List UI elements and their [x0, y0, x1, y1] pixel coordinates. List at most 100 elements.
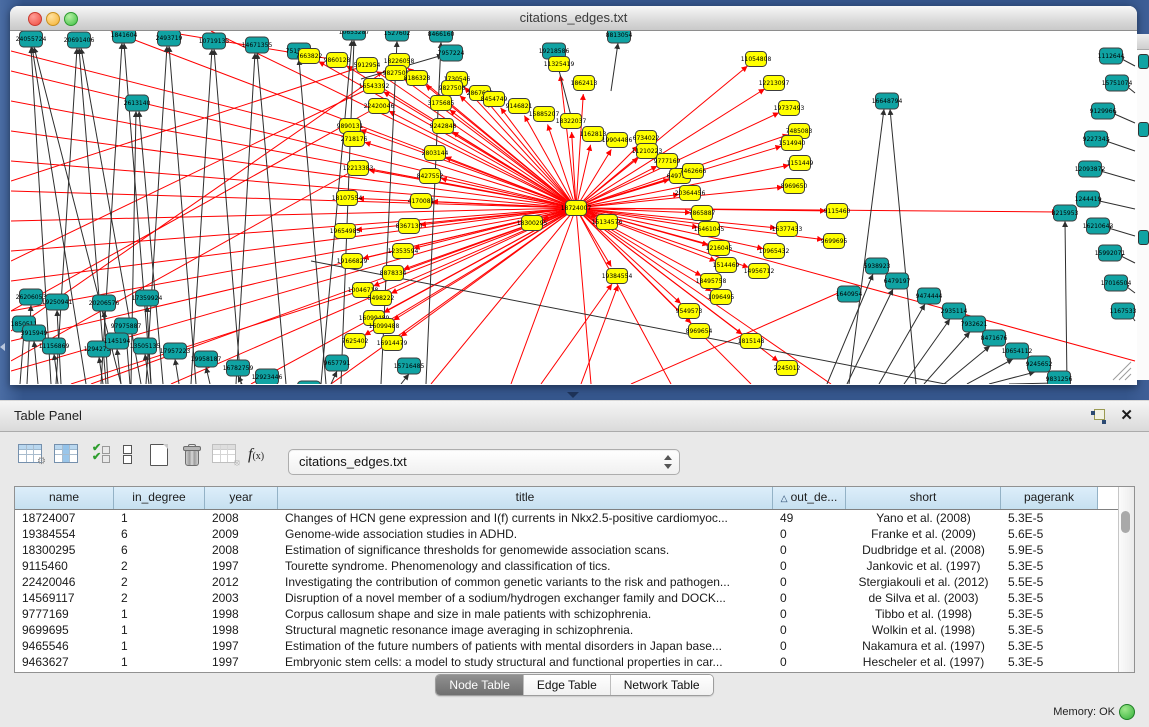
graph-node-label: 5938923	[864, 263, 891, 270]
table-cell: 9115460	[15, 558, 114, 574]
table-cell: 5.6E-5	[1001, 526, 1098, 542]
graph-node-label: 9831256	[1046, 376, 1073, 383]
table-cell: 5.3E-5	[1001, 590, 1098, 606]
graph-node-label: 8454749	[481, 96, 508, 103]
graph-node-label: 17016504	[1101, 280, 1132, 287]
table-row[interactable]: 2242004622012Investigating the contribut…	[15, 574, 1134, 590]
graph-node-label: 9777169	[654, 158, 681, 165]
table-row[interactable]: 911546021997Tourette syndrome. Phenomeno…	[15, 558, 1134, 574]
vertical-scrollbar[interactable]	[1118, 487, 1134, 672]
table-cell: 0	[773, 542, 846, 558]
column-header-title[interactable]: title	[278, 487, 773, 509]
table-row[interactable]: 1872400712008Changes of HCN gene express…	[15, 510, 1134, 526]
table-cell: 0	[773, 574, 846, 590]
delete-table-icon[interactable]	[182, 444, 200, 465]
window-titlebar[interactable]: citations_edges.txt	[10, 6, 1137, 31]
graph-edge	[576, 208, 1058, 212]
resize-grip-icon[interactable]	[1125, 374, 1131, 380]
table-cell: 9777169	[15, 606, 114, 622]
graph-node-label: 2718176	[341, 136, 368, 143]
node-table-body: 1872400712008Changes of HCN gene express…	[15, 510, 1134, 670]
close-panel-icon[interactable]: ✕	[1120, 406, 1133, 424]
graph-edge	[576, 208, 671, 384]
function-builder-icon[interactable]: f(x)	[248, 446, 264, 464]
table-row[interactable]: 946362711997Embryonic stem cells: a mode…	[15, 654, 1134, 670]
scrollbar-thumb[interactable]	[1121, 511, 1130, 533]
graph-node-label: 10965432	[759, 248, 790, 255]
table-row[interactable]: 1830029562008Estimation of significance …	[15, 542, 1134, 558]
column-header-in_degree[interactable]: in_degree	[114, 487, 205, 509]
row-height-icon[interactable]	[122, 444, 132, 464]
column-header-out_de[interactable]: △out_de...	[773, 487, 846, 509]
tab-node-table[interactable]: Node Table	[436, 675, 523, 695]
graph-node-label: 1244419	[1075, 196, 1102, 203]
graph-node-label: 16914479	[377, 340, 408, 347]
network-canvas[interactable]: 1872400724055724206914061841604249371910…	[11, 31, 1136, 384]
graph-edge	[146, 46, 167, 384]
tab-network-table[interactable]: Network Table	[610, 675, 713, 695]
table-row[interactable]: 1456911722003Disruption of a novel membe…	[15, 590, 1134, 606]
column-header-short[interactable]: short	[846, 487, 1001, 509]
graph-edge	[611, 43, 618, 91]
graph-node-label: 12353594	[388, 248, 419, 255]
table-row[interactable]: 1938455462009Genome-wide association stu…	[15, 526, 1134, 542]
graph-node-label: 1151449	[787, 160, 814, 167]
table-cell: 5.5E-5	[1001, 574, 1098, 590]
background-window-titlebar	[1137, 34, 1149, 50]
graph-node-label: 19958187	[191, 356, 222, 363]
column-header-name[interactable]: name	[15, 487, 114, 509]
graph-node-label: 7932621	[961, 321, 988, 328]
table-cell: 5.3E-5	[1001, 638, 1098, 654]
resize-grip-icon[interactable]	[1119, 368, 1131, 380]
float-panel-icon[interactable]	[1091, 409, 1105, 423]
table-cell: 9465546	[15, 638, 114, 654]
graph-node-label: 9860128	[324, 57, 351, 64]
table-cell: 2009	[205, 526, 278, 542]
select-columns-icon[interactable]: ✔✔	[92, 444, 110, 464]
graph-node-label: 9890131	[337, 123, 364, 130]
table-cell: Franke et al. (2009)	[846, 526, 1001, 542]
table-row[interactable]: 977716911998Corpus callosum shape and si…	[15, 606, 1134, 622]
new-table-icon[interactable]	[150, 444, 168, 466]
graph-edge	[631, 290, 845, 384]
graph-node-label: 9827508	[439, 85, 466, 92]
graph-node-label: 18107554	[332, 195, 363, 202]
graph-node-label: 19904486	[602, 137, 633, 144]
graph-node-label: 16210643	[1083, 223, 1114, 230]
graph-node-label: 22420046	[364, 103, 395, 110]
column-visibility-icon[interactable]	[54, 444, 78, 463]
status-bar: Memory: OK	[0, 703, 1149, 723]
table-row[interactable]: 946554611997Estimation of the future num…	[15, 638, 1134, 654]
graph-node-label: 7663822	[296, 53, 323, 60]
tab-edge-table[interactable]: Edge Table	[523, 675, 610, 695]
graph-node-label: 12213097	[759, 80, 790, 87]
graph-node-label: 1514940	[779, 140, 806, 147]
table-cell: Jankovic et al. (1997)	[846, 558, 1001, 574]
graph-edge	[169, 46, 196, 384]
table-cell: 49	[773, 510, 846, 526]
graph-node-label: 8186328	[404, 75, 431, 82]
network-view[interactable]: 1872400724055724206914061841604249371910…	[11, 31, 1136, 384]
memory-status: Memory: OK	[1053, 706, 1115, 718]
graph-node-label: 18300295	[517, 220, 548, 227]
graph-edge	[117, 349, 121, 384]
graph-node-label: 1216045	[706, 245, 733, 252]
graph-node-label: 18322037	[556, 118, 587, 125]
graph-node[interactable]	[298, 381, 321, 384]
graph-node-label: 1841604	[111, 32, 138, 39]
table-settings-icon[interactable]: ⚙	[18, 444, 42, 463]
table-select-combobox[interactable]: citations_edges.txt	[288, 449, 680, 475]
table-row[interactable]: 969969511998Structural magnetic resonanc…	[15, 622, 1134, 638]
graph-node-label: 8969650	[781, 183, 808, 190]
graph-node-label: 7462666	[680, 168, 707, 175]
table-cell: 1	[114, 622, 205, 638]
graph-node-label: 7625402	[342, 338, 369, 345]
graph-node-label: 20364456	[675, 190, 706, 197]
split-pane-grip[interactable]	[567, 392, 579, 398]
graph-edge	[511, 208, 576, 384]
graph-node-label: 19218586	[539, 48, 570, 55]
graph-edge	[1065, 221, 1067, 384]
column-header-pagerank[interactable]: pagerank	[1001, 487, 1098, 509]
column-header-year[interactable]: year	[205, 487, 278, 509]
table-cell: Wolkin et al. (1998)	[846, 622, 1001, 638]
